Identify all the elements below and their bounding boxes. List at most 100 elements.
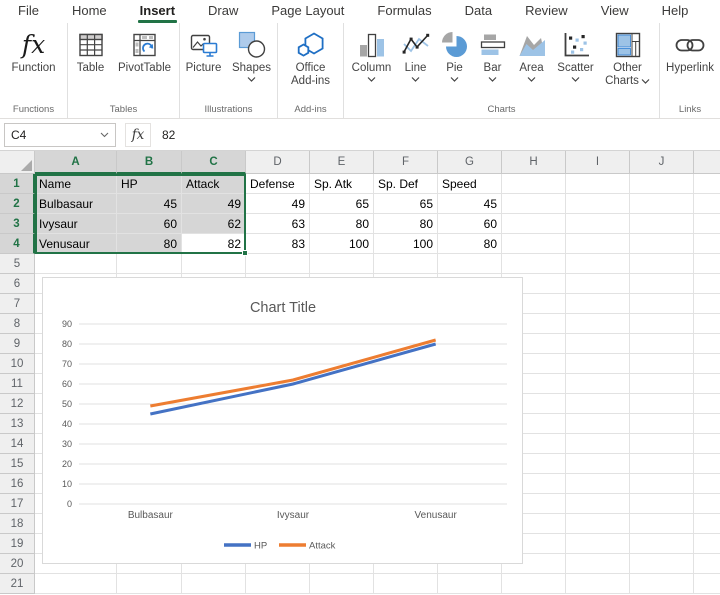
cell-H21[interactable] <box>502 574 566 594</box>
hyperlink-button[interactable]: Hyperlink <box>661 23 719 75</box>
row-header-11[interactable]: 11 <box>0 374 35 394</box>
row-header-15[interactable]: 15 <box>0 454 35 474</box>
cell-J14[interactable] <box>630 434 694 454</box>
cell-D2[interactable]: 49 <box>246 194 310 214</box>
cell-K12[interactable] <box>694 394 720 414</box>
cell-I2[interactable] <box>566 194 630 214</box>
line-chart-button[interactable]: Line <box>397 23 435 82</box>
cell-E1[interactable]: Sp. Atk <box>310 174 374 194</box>
cell-J12[interactable] <box>630 394 694 414</box>
cell-K8[interactable] <box>694 314 720 334</box>
cell-A2[interactable]: Bulbasaur <box>35 194 117 214</box>
column-header-A[interactable]: A <box>35 151 117 174</box>
insert-function-button[interactable]: fx <box>125 123 151 147</box>
column-header-I[interactable]: I <box>566 151 630 174</box>
cell-J8[interactable] <box>630 314 694 334</box>
embedded-chart[interactable]: 0102030405060708090BulbasaurIvysaurVenus… <box>42 277 523 564</box>
cell-D3[interactable]: 63 <box>246 214 310 234</box>
cell-D4[interactable]: 83 <box>246 234 310 254</box>
cell-I11[interactable] <box>566 374 630 394</box>
row-header-12[interactable]: 12 <box>0 394 35 414</box>
row-header-18[interactable]: 18 <box>0 514 35 534</box>
cell-E5[interactable] <box>310 254 374 274</box>
formula-input[interactable]: 82 <box>151 123 720 147</box>
cell-K7[interactable] <box>694 294 720 314</box>
cell-F3[interactable]: 80 <box>374 214 438 234</box>
row-header-7[interactable]: 7 <box>0 294 35 314</box>
cell-I3[interactable] <box>566 214 630 234</box>
other-charts-button[interactable]: Other Charts <box>601 23 655 88</box>
legend-label-attack[interactable]: Attack <box>309 541 336 552</box>
row-header-21[interactable]: 21 <box>0 574 35 594</box>
cell-J18[interactable] <box>630 514 694 534</box>
cell-I18[interactable] <box>566 514 630 534</box>
cell-K4[interactable] <box>694 234 720 254</box>
cell-I16[interactable] <box>566 474 630 494</box>
cell-K5[interactable] <box>694 254 720 274</box>
cell-K13[interactable] <box>694 414 720 434</box>
row-header-3[interactable]: 3 <box>0 214 35 234</box>
row-header-14[interactable]: 14 <box>0 434 35 454</box>
column-header-B[interactable]: B <box>117 151 182 174</box>
cell-G4[interactable]: 80 <box>438 234 502 254</box>
cell-K2[interactable] <box>694 194 720 214</box>
pie-chart-button[interactable]: Pie <box>437 23 473 82</box>
cell-I1[interactable] <box>566 174 630 194</box>
cell-C1[interactable]: Attack <box>182 174 246 194</box>
cell-H4[interactable] <box>502 234 566 254</box>
column-header-J[interactable]: J <box>630 151 694 174</box>
cell-K11[interactable] <box>694 374 720 394</box>
cell-J1[interactable] <box>630 174 694 194</box>
name-box[interactable]: C4 <box>4 123 116 147</box>
cell-I13[interactable] <box>566 414 630 434</box>
column-header-F[interactable]: F <box>374 151 438 174</box>
chart-title[interactable]: Chart Title <box>250 300 316 316</box>
cell-J16[interactable] <box>630 474 694 494</box>
tab-home[interactable]: Home <box>72 0 107 23</box>
row-header-10[interactable]: 10 <box>0 354 35 374</box>
cell-J15[interactable] <box>630 454 694 474</box>
cell-I6[interactable] <box>566 274 630 294</box>
cell-G2[interactable]: 45 <box>438 194 502 214</box>
cell-H1[interactable] <box>502 174 566 194</box>
cell-A1[interactable]: Name <box>35 174 117 194</box>
cell-J17[interactable] <box>630 494 694 514</box>
cell-G3[interactable]: 60 <box>438 214 502 234</box>
tab-view[interactable]: View <box>601 0 629 23</box>
cell-I14[interactable] <box>566 434 630 454</box>
cell-G21[interactable] <box>438 574 502 594</box>
row-header-5[interactable]: 5 <box>0 254 35 274</box>
cell-J19[interactable] <box>630 534 694 554</box>
picture-button[interactable]: Picture <box>182 23 226 75</box>
cell-I4[interactable] <box>566 234 630 254</box>
column-chart-button[interactable]: Column <box>349 23 395 82</box>
cell-C2[interactable]: 49 <box>182 194 246 214</box>
bar-chart-button[interactable]: Bar <box>475 23 511 82</box>
cell-K1[interactable] <box>694 174 720 194</box>
table-button[interactable]: Table <box>71 23 111 75</box>
cell-J9[interactable] <box>630 334 694 354</box>
cell-I7[interactable] <box>566 294 630 314</box>
cell-J11[interactable] <box>630 374 694 394</box>
cell-J13[interactable] <box>630 414 694 434</box>
cell-E4[interactable]: 100 <box>310 234 374 254</box>
cell-F5[interactable] <box>374 254 438 274</box>
cell-J5[interactable] <box>630 254 694 274</box>
cell-G1[interactable]: Speed <box>438 174 502 194</box>
cell-K19[interactable] <box>694 534 720 554</box>
tab-draw[interactable]: Draw <box>208 0 238 23</box>
row-header-16[interactable]: 16 <box>0 474 35 494</box>
cell-J21[interactable] <box>630 574 694 594</box>
cell-J7[interactable] <box>630 294 694 314</box>
cell-F4[interactable]: 100 <box>374 234 438 254</box>
cell-K16[interactable] <box>694 474 720 494</box>
selection-fill-handle[interactable] <box>242 250 248 256</box>
column-header-G[interactable]: G <box>438 151 502 174</box>
row-header-17[interactable]: 17 <box>0 494 35 514</box>
series-line-attack[interactable] <box>150 340 435 406</box>
select-all-button[interactable] <box>0 151 35 174</box>
cell-B1[interactable]: HP <box>117 174 182 194</box>
row-header-19[interactable]: 19 <box>0 534 35 554</box>
cell-C21[interactable] <box>182 574 246 594</box>
row-header-13[interactable]: 13 <box>0 414 35 434</box>
